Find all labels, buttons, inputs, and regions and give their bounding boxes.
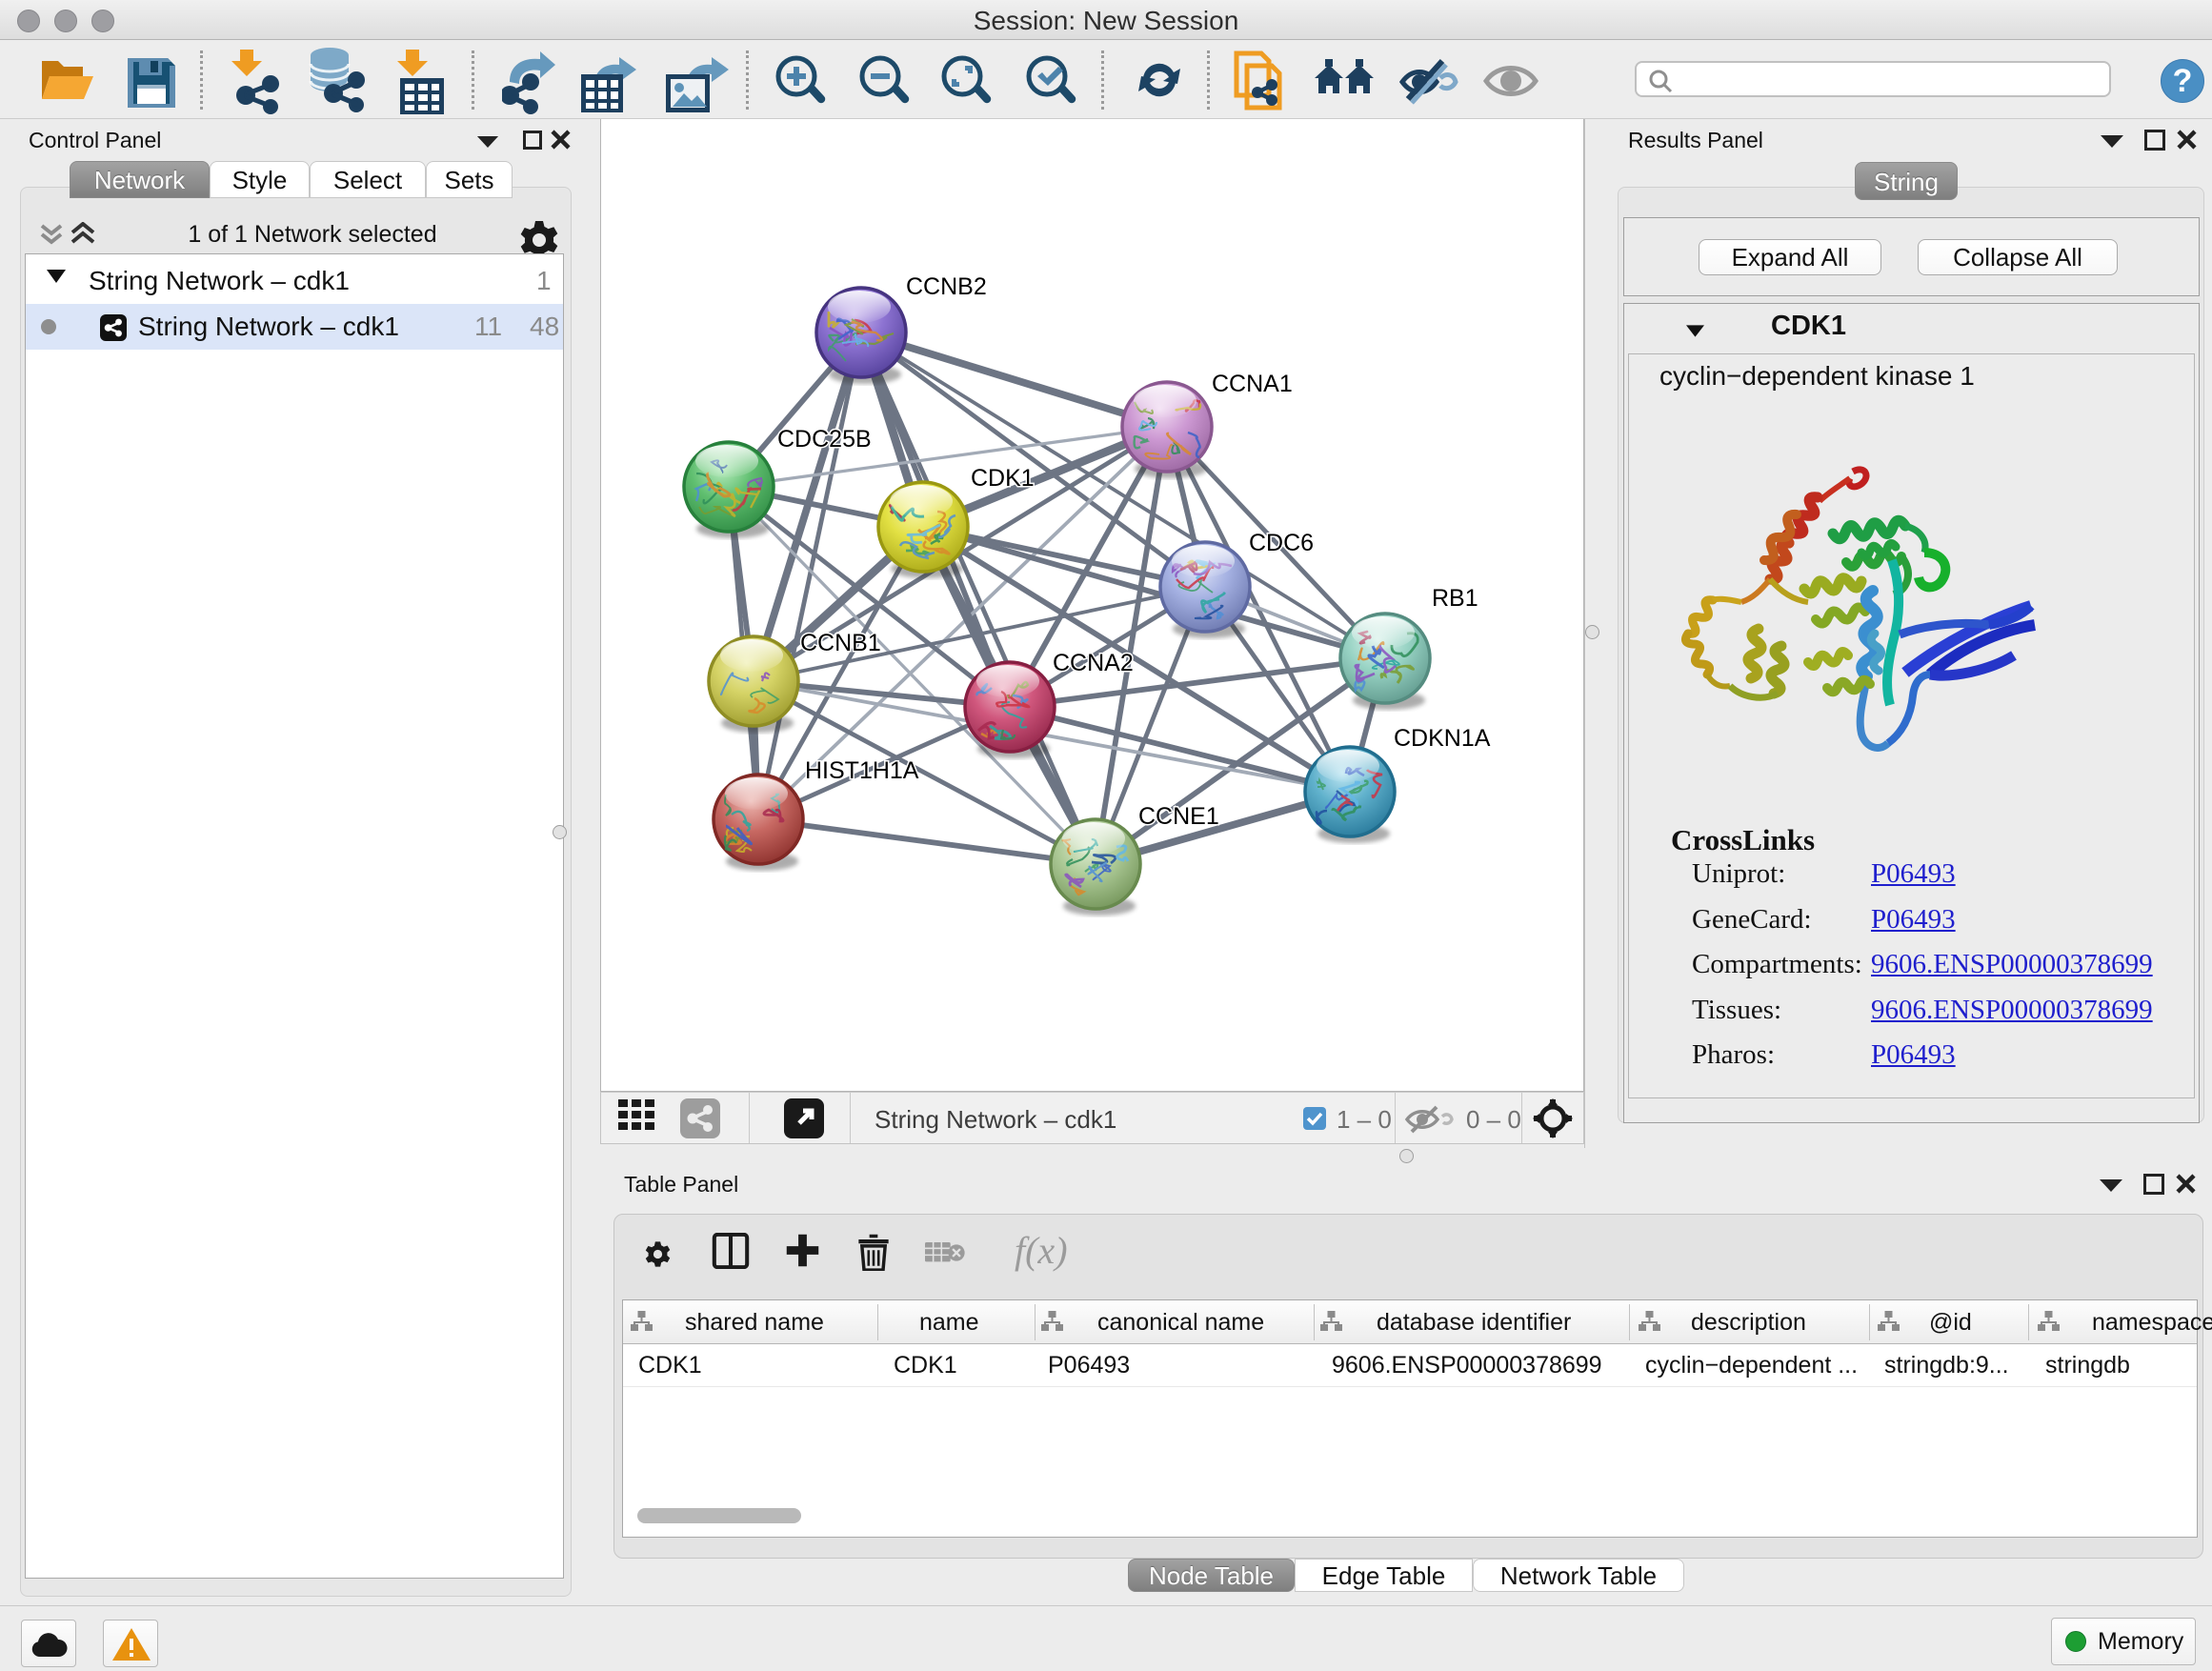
svg-text:RB1: RB1 xyxy=(1432,585,1478,612)
svg-text:HIST1H1A: HIST1H1A xyxy=(805,757,919,784)
svg-text:CDC25B: CDC25B xyxy=(777,426,872,453)
svg-text:CCNA2: CCNA2 xyxy=(1053,650,1134,676)
svg-text:CDK1: CDK1 xyxy=(971,465,1035,492)
svg-text:CDKN1A: CDKN1A xyxy=(1394,725,1491,752)
svg-text:CCNB1: CCNB1 xyxy=(800,630,881,656)
svg-text:CDC6: CDC6 xyxy=(1249,530,1314,556)
svg-text:CCNB2: CCNB2 xyxy=(906,273,987,300)
svg-text:CCNA1: CCNA1 xyxy=(1212,371,1293,397)
svg-text:CCNE1: CCNE1 xyxy=(1138,803,1219,830)
